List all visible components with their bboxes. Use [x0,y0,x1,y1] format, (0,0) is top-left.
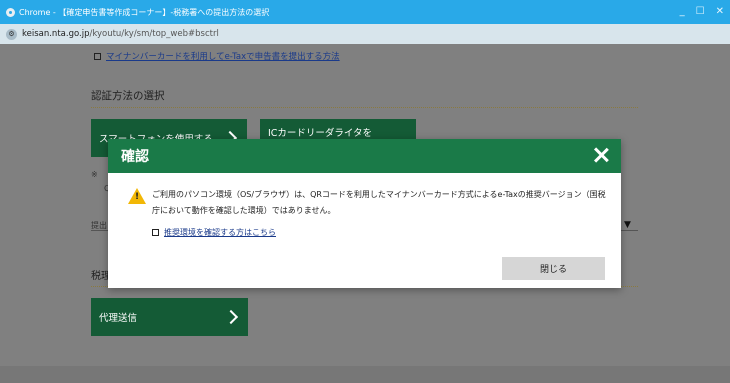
external-window-icon [94,52,101,60]
window-title: Chrome - 【確定申告書等作成コーナー】-税務署への提出方法の選択 [19,7,270,17]
dialog-title: 確認 [121,149,149,165]
close-dialog-button[interactable]: 閉じる [502,257,605,280]
minimize-button[interactable]: _ [680,6,685,17]
external-window-icon [152,229,159,236]
auth-method-heading: 認証方法の選択 [91,88,638,108]
proxy-send-button-label: 代理送信 [99,313,138,324]
recommended-env-link[interactable]: 推奨環境を確認する方はこちら [152,227,276,238]
address-bar[interactable]: ⚙ keisan.nta.go.jp /kyoutu/ky/sm/top_web… [0,24,730,44]
dropdown-arrow-icon[interactable]: ▼ [624,220,631,230]
note-mark: ※ [91,170,98,179]
dialog-message: ご利用のパソコン環境（OS/ブラウザ）は、QRコードを利用したマイナンバーカード… [152,190,606,215]
proxy-send-button[interactable]: 代理送信 [91,298,248,336]
mynumber-etax-link-text: マイナンバーカードを利用してe-Taxで申告書を提出する方法 [106,52,340,62]
url-path: /kyoutu/ky/sm/top_web#bsctrl [89,29,219,39]
confirm-dialog: 確認 ! ご利用のパソコン環境（OS/ブラウザ）は、QRコードを利用したマイナン… [108,139,621,288]
chrome-icon [6,7,15,17]
url-domain: keisan.nta.go.jp [22,29,90,39]
page-footer-band [0,366,730,383]
recommended-env-link-text: 推奨環境を確認する方はこちら [164,228,276,237]
site-info-icon[interactable]: ⚙ [6,28,17,40]
dialog-header: 確認 [108,139,621,173]
maximize-button[interactable]: ☐ [696,6,705,17]
close-icon[interactable] [593,147,609,163]
mynumber-etax-link[interactable]: マイナンバーカードを利用してe-Taxで申告書を提出する方法 [94,50,340,62]
window-controls: _ ☐ ✕ [680,6,724,17]
ic-reader-button-label: ICカードリーダライタを [268,128,373,139]
close-window-button[interactable]: ✕ [716,6,724,17]
window-titlebar: Chrome - 【確定申告書等作成コーナー】-税務署への提出方法の選択 _ ☐… [0,0,730,24]
chevron-right-icon [223,309,239,325]
warning-icon: ! [128,188,146,204]
